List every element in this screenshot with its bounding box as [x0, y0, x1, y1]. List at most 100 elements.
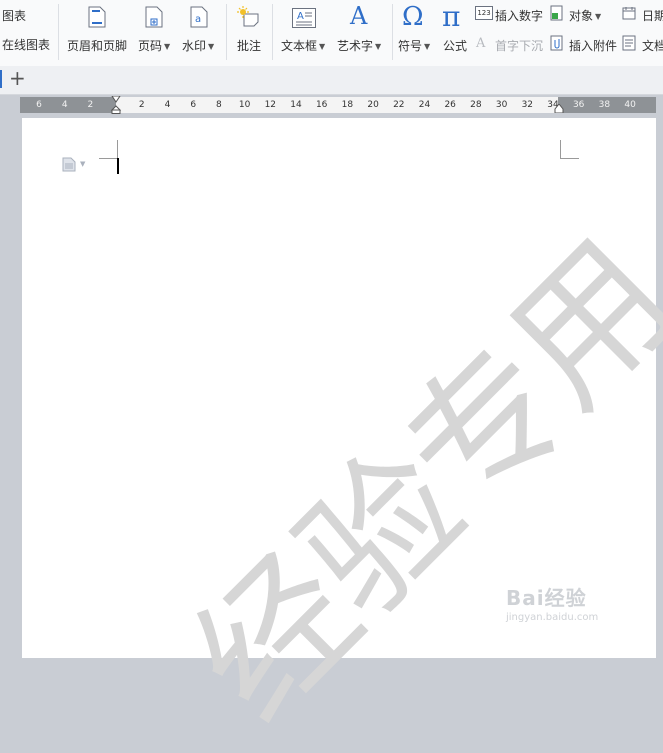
- insert-number-button[interactable]: 123 插入数字: [474, 4, 548, 24]
- header-footer-icon: [88, 6, 106, 28]
- number-icon: 123: [475, 6, 493, 20]
- date-label: 日期: [642, 9, 663, 23]
- online-chart-button[interactable]: 在线图表: [0, 32, 56, 54]
- divider: [58, 4, 59, 60]
- ruler-tick-label: 32: [521, 100, 534, 110]
- baidu-url-text: jingyan.baidu.com: [506, 612, 599, 623]
- omega-icon: Ω: [402, 2, 424, 32]
- document-tab-strip: +: [0, 66, 663, 95]
- insert-attachment-button[interactable]: 插入附件: [548, 34, 620, 54]
- right-indent-marker[interactable]: [554, 104, 564, 113]
- page-number-button[interactable]: 页码 ▼: [136, 2, 174, 60]
- text-cursor: [117, 158, 119, 174]
- ruler-tick-label: 6: [36, 100, 42, 110]
- comment-button[interactable]: 批注: [232, 2, 268, 60]
- dropcap-label: 首字下沉: [495, 39, 544, 53]
- wordart-icon: A: [350, 2, 368, 30]
- object-button[interactable]: 对象 ▼: [548, 4, 610, 24]
- comment-label: 批注: [237, 39, 262, 53]
- ruler-tick-label: 18: [341, 100, 354, 110]
- ruler-tick-label: 12: [264, 100, 277, 110]
- chevron-down-icon: ▼: [424, 42, 431, 51]
- document-icon: [622, 35, 636, 51]
- baidu-jingyan-logo: Bai经验 jingyan.baidu.com: [506, 582, 598, 623]
- ruler-tick-label: 16: [315, 100, 328, 110]
- insert-number-label: 插入数字: [495, 9, 544, 23]
- ruler-tick-label: 10: [238, 100, 251, 110]
- page-number-icon: [145, 6, 163, 28]
- date-button[interactable]: 日期: [620, 4, 663, 24]
- header-footer-label: 页眉和页脚: [67, 39, 128, 53]
- insert-attachment-label: 插入附件: [569, 39, 618, 53]
- chevron-down-icon: ▼: [80, 160, 86, 168]
- horizontal-ruler[interactable]: 6 4 2 2 4 6 8 10 12 14 16 18 20 22 24 26 28 30 32 34 36 38 40: [20, 96, 656, 114]
- ruler-tick-label: 2: [87, 100, 94, 110]
- ruler-tick-label: 8: [216, 100, 222, 110]
- comment-icon: [237, 6, 259, 27]
- divider: [226, 4, 227, 60]
- page-number-label: 页码 ▼: [138, 39, 171, 53]
- paragraph-options-button[interactable]: ▼: [60, 156, 90, 174]
- object-label: 对象 ▼: [569, 9, 602, 23]
- ruler-tick-label: 26: [444, 100, 456, 110]
- new-tab-button[interactable]: +: [6, 66, 28, 90]
- wordart-button[interactable]: A 艺术字 ▼: [334, 2, 388, 60]
- watermark-label: 水印 ▼: [182, 39, 215, 53]
- chart-label: 图表: [2, 9, 27, 23]
- ruler-tick-label: 24: [418, 100, 431, 110]
- chevron-down-icon: ▼: [319, 42, 326, 51]
- svg-text:A: A: [297, 11, 304, 22]
- document-page[interactable]: ▼ 经验专用: [22, 118, 663, 753]
- ruler-tick-label: 22: [393, 100, 405, 110]
- divider: [272, 4, 273, 60]
- document-part-button[interactable]: 文档: [620, 34, 663, 54]
- calendar-icon: [622, 7, 636, 20]
- top-right-margin-mark: [560, 140, 579, 159]
- ruler-tick-label: 20: [367, 100, 379, 110]
- attachment-icon: [550, 35, 563, 51]
- online-chart-label: 在线图表: [2, 38, 51, 52]
- ruler-tick-label: 2: [138, 100, 145, 110]
- ruler-tick-label: 40: [624, 100, 636, 110]
- ruler-tick-label: 14: [290, 100, 302, 110]
- chevron-down-icon: ▼: [208, 42, 215, 51]
- chevron-down-icon: ▼: [375, 42, 382, 51]
- divider: [392, 4, 393, 60]
- ruler-tick-label: 6: [190, 100, 197, 110]
- document-label: 文档: [642, 39, 663, 53]
- ruler-tick-label: 4: [61, 100, 68, 110]
- left-indent-marker[interactable]: [111, 96, 121, 114]
- baidu-logo-text: Bai经验: [506, 586, 587, 610]
- symbol-label: 符号 ▼: [398, 39, 431, 53]
- top-left-margin-mark: [99, 140, 118, 159]
- object-icon: [550, 5, 563, 21]
- ruler-text-area: [116, 97, 558, 113]
- wordart-label: 艺术字 ▼: [337, 39, 382, 53]
- ruler-tick-label: 36: [572, 100, 585, 110]
- textbox-icon: A: [292, 8, 316, 28]
- watermark-text: 经验专用: [163, 210, 663, 753]
- dropcap-icon: A: [476, 36, 486, 51]
- watermark-icon: a: [190, 6, 208, 28]
- ribbon-toolbar: 图表 在线图表 页眉和页脚 页码 ▼ a 水印 ▼ 批注 A 文本框 ▼ A 艺…: [0, 0, 663, 67]
- formula-button[interactable]: π 公式: [440, 0, 472, 60]
- ruler-tick-label: 28: [470, 100, 482, 110]
- ruler-tick-label: 30: [495, 100, 508, 110]
- watermark-button[interactable]: a 水印 ▼: [180, 2, 220, 60]
- ruler-tick-label: 38: [598, 100, 611, 110]
- chevron-down-icon: ▼: [595, 12, 602, 21]
- symbol-button[interactable]: Ω 符号 ▼: [396, 2, 436, 60]
- formula-label: 公式: [443, 39, 468, 53]
- ruler-tick-label: 4: [164, 100, 171, 110]
- header-footer-button[interactable]: 页眉和页脚: [64, 2, 130, 60]
- chart-button[interactable]: 图表: [0, 2, 40, 24]
- textbox-button[interactable]: A 文本框 ▼: [278, 2, 332, 60]
- svg-text:a: a: [195, 14, 201, 25]
- paragraph-layout-icon: [62, 157, 76, 172]
- pi-icon: π: [442, 0, 461, 33]
- tab-indicator: [0, 70, 2, 88]
- textbox-label: 文本框 ▼: [281, 39, 326, 53]
- chevron-down-icon: ▼: [164, 42, 171, 51]
- plus-icon: +: [9, 66, 26, 90]
- dropcap-button[interactable]: A 首字下沉: [474, 34, 548, 54]
